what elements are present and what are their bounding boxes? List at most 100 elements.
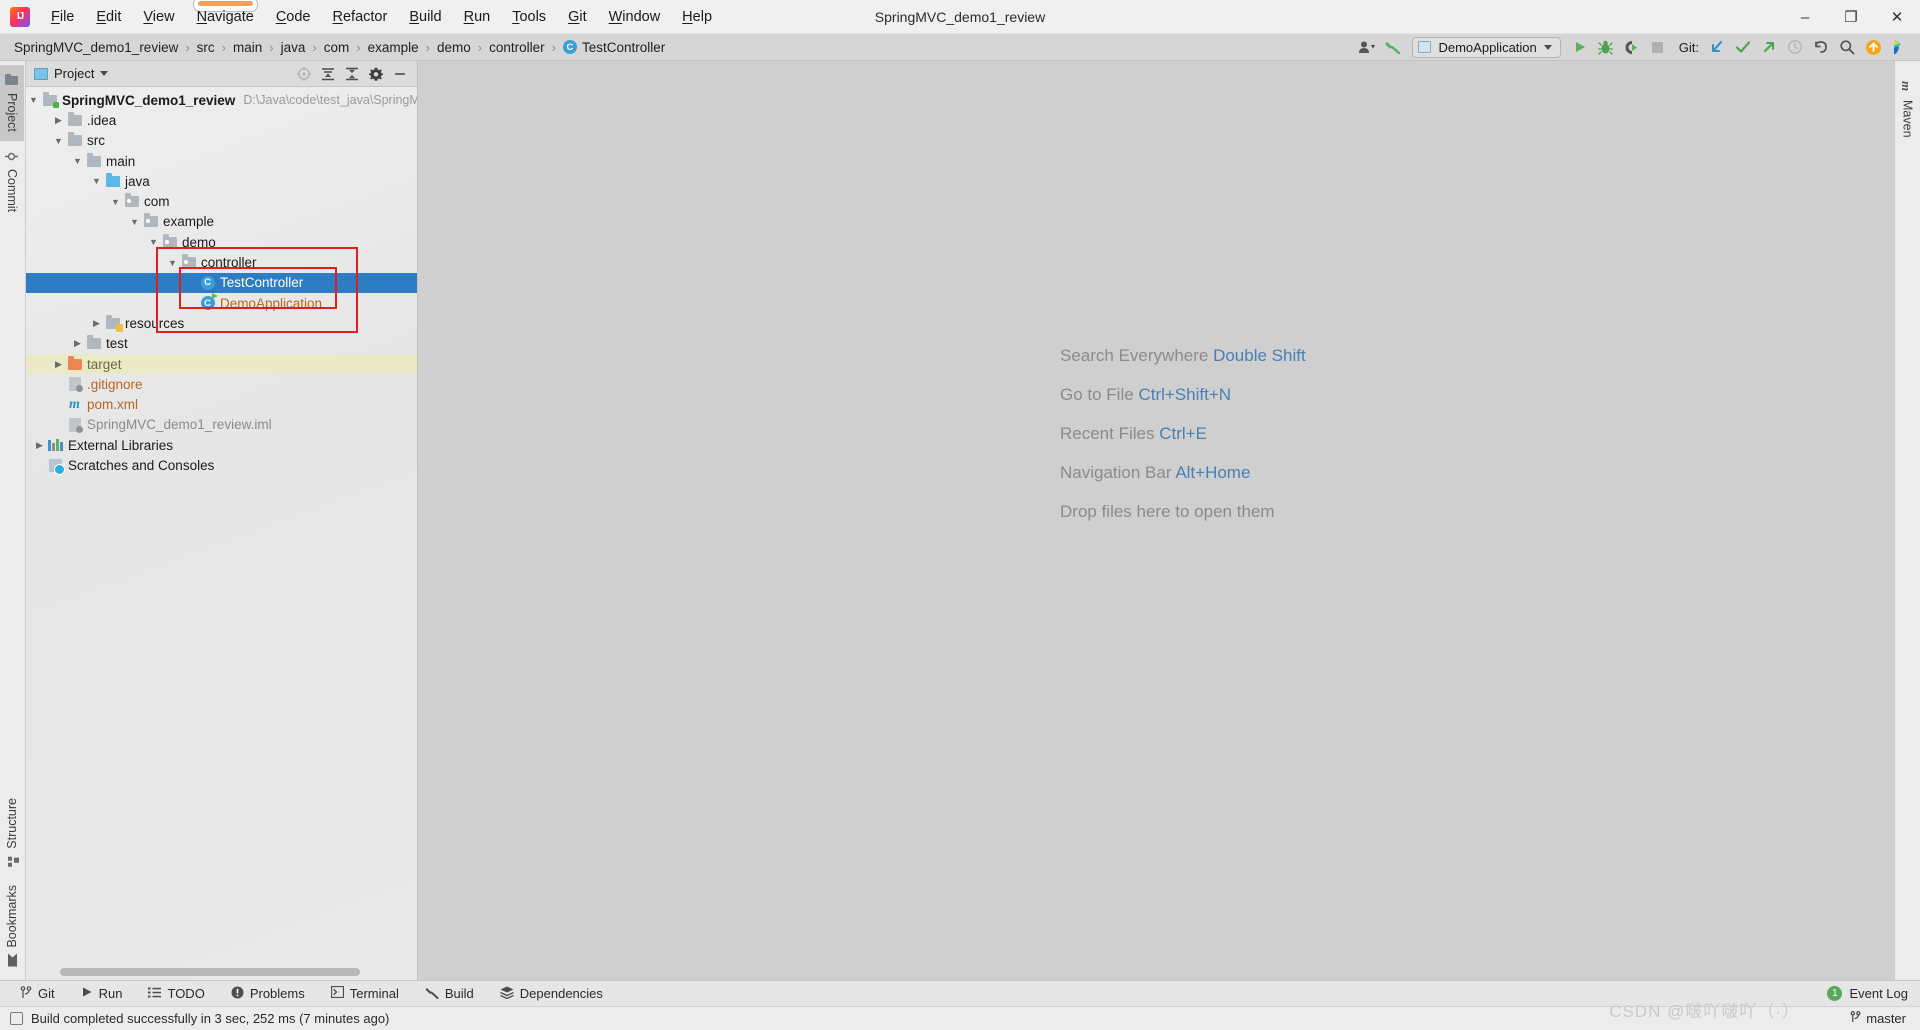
menu-bar: File Edit View Navigate Code Refactor Bu… — [40, 0, 723, 31]
tree-node-gitignore[interactable]: ▶ .gitignore — [26, 374, 417, 394]
chevron-down-icon[interactable]: ▼ — [127, 217, 142, 227]
sidebar-item-maven[interactable]: m Maven — [1896, 67, 1920, 147]
chevron-right-icon[interactable]: ▶ — [89, 318, 104, 329]
tree-node-resources[interactable]: ▶ resources — [26, 313, 417, 333]
chevron-down-icon[interactable]: ▼ — [51, 136, 66, 146]
tree-node-testcontroller[interactable]: ▶ C TestController — [26, 272, 417, 293]
run-configuration-selector[interactable]: DemoApplication — [1412, 36, 1561, 58]
menu-item-run[interactable]: Run — [453, 3, 502, 31]
tree-node-test[interactable]: ▶ test — [26, 334, 417, 354]
tree-node-example[interactable]: ▼ example — [26, 212, 417, 232]
chevron-down-icon[interactable]: ▼ — [89, 176, 104, 186]
breadcrumb-item-project[interactable]: SpringMVC_demo1_review — [11, 38, 181, 57]
bottom-tab-todo[interactable]: TODO — [148, 986, 205, 1001]
tree-label: main — [106, 153, 136, 169]
tree-node-iml-file[interactable]: ▶ SpringMVC_demo1_review.iml — [26, 415, 417, 435]
chevron-right-icon[interactable]: ▶ — [51, 115, 66, 126]
tree-node-demo[interactable]: ▼ demo — [26, 232, 417, 252]
breadcrumb-item-controller[interactable]: controller — [486, 38, 548, 57]
menu-item-edit[interactable]: Edit — [85, 3, 132, 31]
tree-node-external-libraries[interactable]: ▶ External Libraries — [26, 435, 417, 455]
profiler-icon[interactable] — [1354, 36, 1380, 58]
breadcrumb-item-com[interactable]: com — [321, 38, 353, 57]
menu-item-build[interactable]: Build — [398, 3, 452, 31]
bottom-tab-git[interactable]: Git — [20, 985, 55, 1002]
breadcrumb-separator: › — [477, 39, 483, 55]
menu-item-view[interactable]: View — [132, 3, 185, 31]
chevron-right-icon[interactable]: ▶ — [32, 440, 47, 451]
chevron-down-icon — [100, 71, 109, 76]
breadcrumb-item-example[interactable]: example — [365, 38, 422, 57]
tree-node-src[interactable]: ▼ src — [26, 131, 417, 151]
menu-item-navigate[interactable]: Navigate — [186, 0, 265, 31]
menu-item-file[interactable]: File — [40, 3, 85, 31]
bottom-tab-problems[interactable]: Problems — [231, 986, 305, 1002]
maximize-button[interactable]: ❐ — [1828, 0, 1874, 34]
git-branch-widget[interactable]: master — [1850, 1011, 1920, 1026]
chevron-down-icon[interactable]: ▼ — [165, 258, 180, 268]
search-icon[interactable] — [1834, 36, 1860, 58]
tree-node-main[interactable]: ▼ main — [26, 151, 417, 171]
collapse-all-icon[interactable] — [341, 64, 363, 84]
menu-item-tools[interactable]: Tools — [501, 3, 557, 31]
breadcrumb-item-testcontroller[interactable]: C TestController — [560, 38, 668, 57]
breadcrumb-item-src[interactable]: src — [194, 38, 218, 57]
bottom-tab-run[interactable]: Run — [81, 986, 122, 1001]
menu-item-refactor[interactable]: Refactor — [322, 3, 399, 31]
menu-item-git[interactable]: Git — [557, 3, 598, 31]
bottom-tab-dependencies[interactable]: Dependencies — [500, 986, 603, 1002]
hide-panel-icon[interactable] — [389, 64, 411, 84]
chevron-down-icon[interactable]: ▼ — [146, 237, 161, 247]
tip-search-everywhere: Search Everywhere Double Shift — [1060, 346, 1306, 366]
select-opened-file-icon[interactable] — [293, 64, 315, 84]
maven-icon: m — [1899, 81, 1914, 92]
git-commit-icon[interactable] — [1730, 36, 1756, 58]
chevron-down-icon[interactable]: ▼ — [108, 197, 123, 207]
chevron-right-icon[interactable]: ▶ — [70, 338, 85, 349]
chevron-down-icon[interactable]: ▼ — [26, 95, 41, 105]
build-hammer-icon[interactable] — [1380, 36, 1406, 58]
horizontal-scrollbar[interactable] — [60, 968, 360, 976]
sidebar-item-project[interactable]: Project — [0, 65, 24, 141]
sidebar-item-structure[interactable]: Structure — [0, 789, 24, 877]
chevron-right-icon[interactable]: ▶ — [51, 359, 66, 370]
debug-button[interactable] — [1593, 36, 1619, 58]
project-panel-title[interactable]: Project — [34, 66, 109, 81]
git-update-project-icon[interactable] — [1704, 36, 1730, 58]
tree-node-scratches-and-consoles[interactable]: ▶ Scratches and Consoles — [26, 455, 417, 475]
menu-item-window[interactable]: Window — [598, 3, 672, 31]
tree-node-demoapplication[interactable]: ▶ C DemoApplication — [26, 293, 417, 313]
ide-feature-trainer-icon[interactable] — [1886, 36, 1912, 58]
run-button[interactable] — [1567, 36, 1593, 58]
tree-node-com[interactable]: ▼ com — [26, 191, 417, 211]
tree-node-controller[interactable]: ▼ controller — [26, 252, 417, 272]
sidebar-item-commit[interactable]: Commit — [0, 141, 24, 221]
git-push-icon[interactable] — [1756, 36, 1782, 58]
bottom-tab-terminal[interactable]: Terminal — [330, 985, 399, 1001]
run-with-coverage-button[interactable] — [1619, 36, 1645, 58]
breadcrumb-item-java[interactable]: java — [278, 38, 309, 57]
scratches-icon — [47, 458, 65, 475]
menu-item-help[interactable]: Help — [671, 3, 723, 31]
sidebar-item-bookmarks[interactable]: Bookmarks — [0, 876, 24, 976]
close-button[interactable]: ✕ — [1874, 0, 1920, 34]
expand-all-icon[interactable] — [317, 64, 339, 84]
git-rollback-icon[interactable] — [1808, 36, 1834, 58]
minimize-button[interactable]: – — [1782, 0, 1828, 34]
update-available-icon[interactable] — [1860, 36, 1886, 58]
breadcrumb-item-main[interactable]: main — [230, 38, 265, 57]
menu-item-code[interactable]: Code — [265, 3, 322, 31]
event-log-button[interactable]: 1 Event Log — [1827, 986, 1920, 1001]
tree-node-java[interactable]: ▼ java — [26, 171, 417, 191]
package-icon — [142, 213, 159, 228]
tree-node-pom-xml[interactable]: ▶ m pom.xml — [26, 394, 417, 414]
tree-node-idea[interactable]: ▶ .idea — [26, 110, 417, 130]
settings-gear-icon[interactable] — [365, 64, 387, 84]
bottom-tab-build[interactable]: Build — [425, 986, 474, 1002]
breadcrumb-item-demo[interactable]: demo — [434, 38, 474, 57]
tree-node-springmvc-demo1-review[interactable]: ▼ SpringMVC_demo1_review D:\Java\code\te… — [26, 90, 417, 110]
project-tree[interactable]: ▼ SpringMVC_demo1_review D:\Java\code\te… — [26, 87, 417, 980]
chevron-down-icon[interactable]: ▼ — [70, 156, 85, 166]
tree-node-target[interactable]: ▶ target — [26, 353, 417, 375]
editor-area[interactable]: Search Everywhere Double Shift Go to Fil… — [418, 61, 1894, 980]
